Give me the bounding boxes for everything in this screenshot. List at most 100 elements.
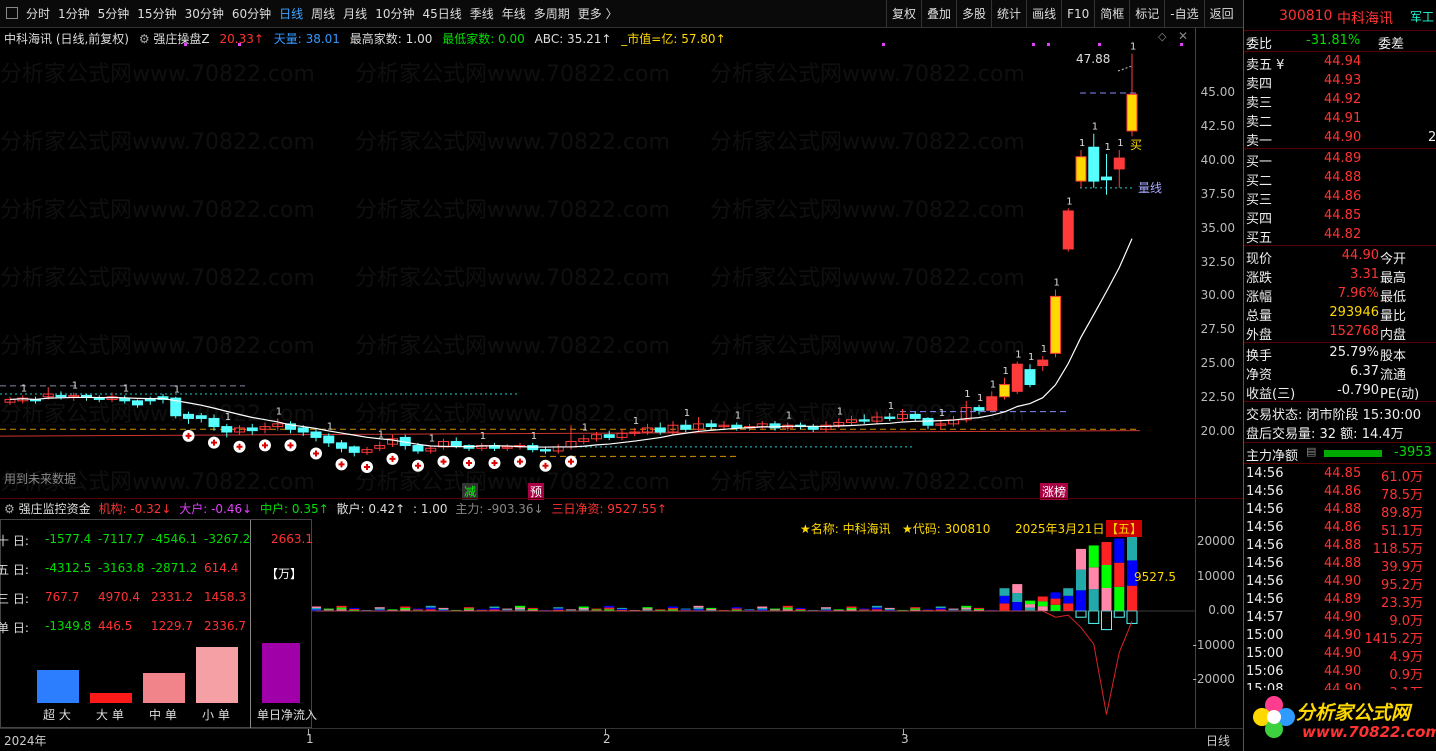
- sell-level[interactable]: 卖二 44.91: [1244, 111, 1436, 130]
- flow-bar: [706, 608, 717, 610]
- period-tab[interactable]: 更多 〉: [574, 0, 622, 28]
- tick-row: 14:57 44.90 9.0万: [1244, 610, 1436, 629]
- tick-price: 44.88: [1324, 556, 1362, 571]
- tool-button[interactable]: 统计: [991, 0, 1026, 28]
- tool-button[interactable]: 标记: [1129, 0, 1164, 28]
- tick-volume: 23.3万: [1381, 596, 1423, 611]
- flow-bar: [744, 609, 755, 611]
- flow-bar: [311, 606, 321, 609]
- flow-bar: [974, 607, 984, 609]
- grid-icon[interactable]: [6, 7, 18, 19]
- quote-label: 涨跌: [1246, 271, 1273, 286]
- flow-bar: [1050, 598, 1061, 605]
- tick-row: 15:00 44.90 4.9万: [1244, 646, 1436, 665]
- flow-bar: [1025, 600, 1035, 605]
- tick-price: 44.90: [1324, 664, 1362, 679]
- flow-cell: -1577.4: [45, 532, 92, 546]
- flow-bar: [1101, 565, 1112, 588]
- flow-row-label: 五 日:: [0, 563, 29, 577]
- tick-price: 44.90: [1324, 628, 1362, 643]
- flow-cell: -2871.2: [151, 561, 198, 575]
- trade-status: 交易状态: 闭市阶段 15:30:00: [1246, 408, 1422, 423]
- period-tab[interactable]: 15分钟: [133, 0, 180, 28]
- period-tab[interactable]: 周线: [307, 0, 339, 28]
- watermark: 分析家公式网www.70822.com: [355, 130, 670, 155]
- flow-bar: [731, 607, 742, 609]
- period-tab[interactable]: 5分钟: [94, 0, 134, 28]
- period-tab[interactable]: 30分钟: [181, 0, 228, 28]
- period-tab[interactable]: 10分钟: [371, 0, 418, 28]
- period-tab[interactable]: 月线: [339, 0, 371, 28]
- tool-button[interactable]: 画线: [1026, 0, 1061, 28]
- net-inflow-label: 单日净流入: [257, 708, 318, 722]
- tool-button[interactable]: F10: [1061, 0, 1094, 28]
- buy-signal: 买: [1130, 138, 1143, 152]
- flow-bar-neg: [1113, 610, 1125, 618]
- flow-bar: [859, 608, 870, 610]
- buy-level-label: 买二: [1246, 174, 1273, 189]
- flow-bar: [935, 608, 946, 610]
- tool-button[interactable]: -自选: [1164, 0, 1203, 28]
- flow-bar: [604, 605, 615, 608]
- flow-cell: -4546.1: [151, 532, 198, 546]
- flow-bar: [1063, 595, 1074, 604]
- sell-level[interactable]: 卖一 44.90 2: [1244, 130, 1436, 149]
- table-icon[interactable]: ▤: [1306, 445, 1316, 458]
- star-name: ★名称: 中科海讯: [800, 522, 891, 536]
- flow-bar: [821, 608, 831, 610]
- buy-level-price: 44.85: [1324, 208, 1362, 223]
- flow-bar: [591, 609, 602, 611]
- stat-label: 收益(三): [1246, 387, 1296, 402]
- sell-level[interactable]: 卖三 44.92: [1244, 92, 1436, 111]
- flow-summary-bar: [196, 647, 238, 703]
- tool-button[interactable]: 多股: [956, 0, 991, 28]
- quote-value: 7.96%: [1337, 286, 1379, 301]
- buy-level[interactable]: 买三 44.86: [1244, 189, 1436, 208]
- period-tab[interactable]: 1分钟: [54, 0, 94, 28]
- flow-bar: [515, 607, 525, 610]
- flow-summary-bar: [37, 670, 79, 703]
- flow-bar: [757, 608, 768, 610]
- period-tab[interactable]: 季线: [466, 0, 498, 28]
- period-tab[interactable]: 多周期: [530, 0, 574, 28]
- watermark: 分析家公式网www.70822.com: [0, 198, 315, 223]
- buy-level[interactable]: 买四 44.85: [1244, 208, 1436, 227]
- tool-button[interactable]: 简框: [1094, 0, 1129, 28]
- tick-row: 14:56 44.88 39.9万: [1244, 556, 1436, 575]
- after-hours: 盘后交易量: 32 额: 14.4万: [1246, 427, 1404, 442]
- tick-row: 14:56 44.89 23.3万: [1244, 592, 1436, 611]
- sector-tag[interactable]: 军工: [1410, 8, 1434, 25]
- flow-bar: [910, 607, 921, 609]
- tool-button[interactable]: 叠加: [921, 0, 956, 28]
- kline-chart[interactable]: 中科海讯 (日线,前复权) ⚙ 强庄操盘Z 20.33↑ 天量: 38.01 最…: [0, 28, 1243, 500]
- flow-cell: 4970.4: [98, 590, 140, 604]
- stock-code: 300810: [1279, 8, 1333, 24]
- period-indicator[interactable]: 日线: [1206, 732, 1230, 749]
- sell-level[interactable]: 卖五 ¥ 44.94: [1244, 54, 1436, 73]
- watermark: 分析家公式网www.70822.com: [355, 266, 670, 291]
- buy-level[interactable]: 买五 44.82: [1244, 227, 1436, 246]
- flow-row-label: 单 日:: [0, 621, 29, 635]
- tick-row: 14:56 44.86 51.1万: [1244, 520, 1436, 539]
- buy-level[interactable]: 买一 44.89: [1244, 151, 1436, 170]
- future-data-note: 用到未来数据: [4, 472, 77, 486]
- period-tab[interactable]: 60分钟: [228, 0, 275, 28]
- sell-level[interactable]: 卖四 44.93: [1244, 73, 1436, 92]
- flow-bar: [948, 609, 959, 611]
- quote-panel: 300810 中科海讯 军工 委比 -31.81% 委差 卖五 ¥ 44.94 卖四…: [1243, 0, 1436, 751]
- tool-button[interactable]: 返回: [1203, 0, 1239, 28]
- flow-bar: [655, 609, 666, 611]
- flow-bar: [553, 608, 564, 610]
- period-tab[interactable]: 日线: [275, 0, 307, 28]
- tick-volume: 95.2万: [1381, 578, 1423, 593]
- quote-value: 3.31: [1350, 267, 1379, 282]
- tool-button[interactable]: 复权: [886, 0, 921, 28]
- tick-price: 44.88: [1324, 538, 1362, 553]
- flow-bar: [400, 608, 411, 610]
- volume-line-label: 量线: [1138, 181, 1163, 195]
- period-tab[interactable]: 45日线: [418, 0, 465, 28]
- watermark: 分析家公式网www.70822.com: [710, 266, 1025, 291]
- period-tab[interactable]: 年线: [498, 0, 530, 28]
- main-net-value: -3953: [1394, 445, 1432, 460]
- buy-level[interactable]: 买二 44.88: [1244, 170, 1436, 189]
